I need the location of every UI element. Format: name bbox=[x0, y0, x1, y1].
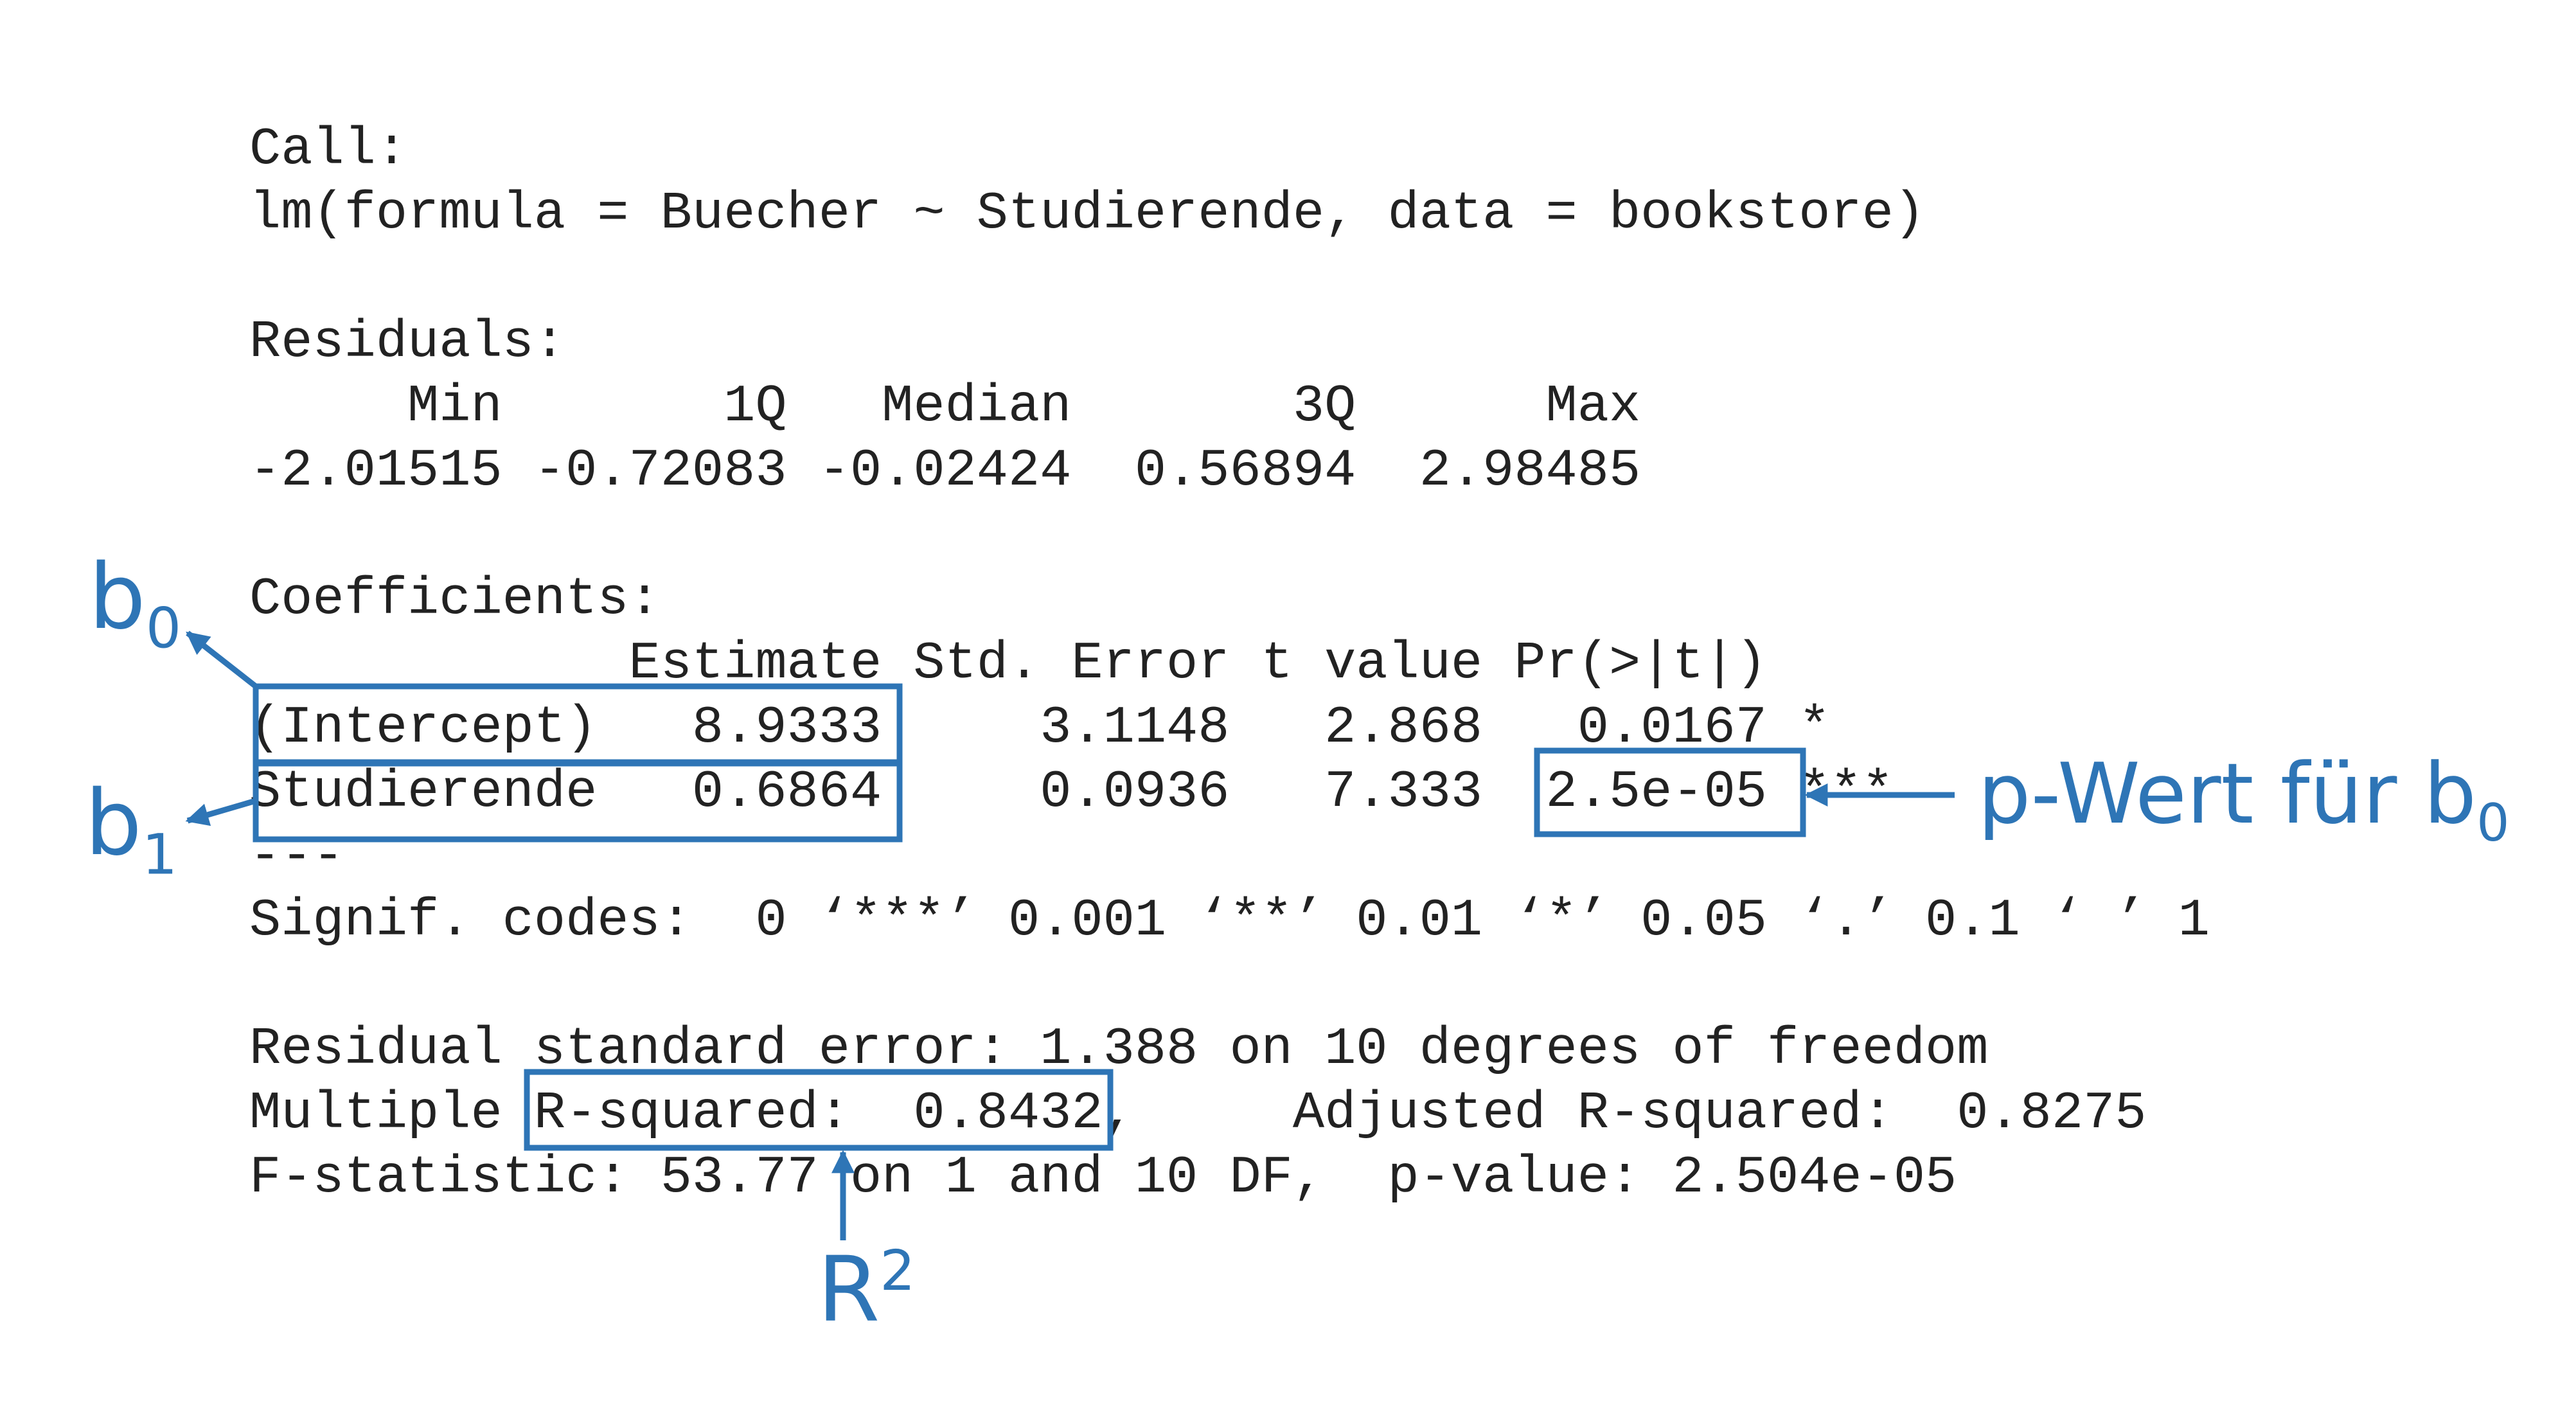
pvalue-box bbox=[1534, 747, 1806, 837]
r-squared-box bbox=[524, 1069, 1114, 1151]
b0-arrow bbox=[186, 630, 258, 689]
annotation-overlay bbox=[185, 630, 1955, 1240]
studierende-estimate-box bbox=[253, 760, 903, 843]
b1-arrow bbox=[185, 798, 257, 826]
b1-label: b1 bbox=[85, 771, 178, 888]
intercept-estimate-box bbox=[253, 683, 903, 765]
pvalue-label: p-Wert für b0 bbox=[1978, 745, 2510, 854]
r2-label: R2 bbox=[817, 1237, 916, 1343]
b0-label: b0 bbox=[89, 545, 182, 661]
